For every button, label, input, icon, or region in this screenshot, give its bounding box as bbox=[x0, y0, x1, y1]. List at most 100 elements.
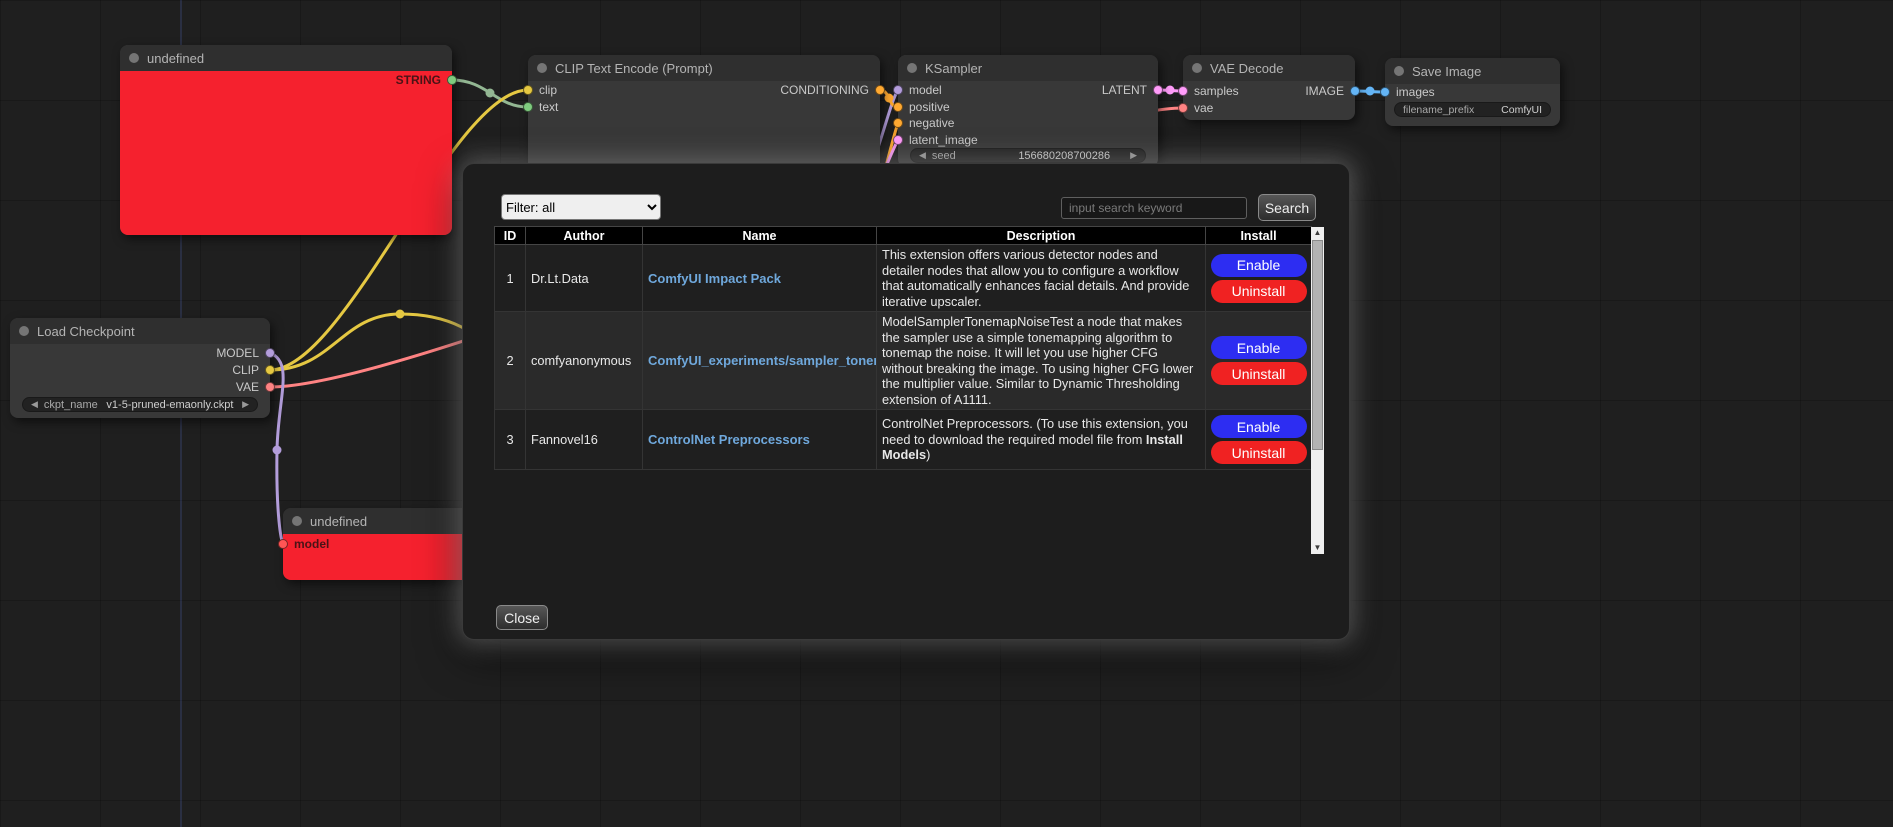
column-header-author: Author bbox=[526, 227, 643, 245]
uninstall-button[interactable]: Uninstall bbox=[1211, 441, 1307, 464]
wire-dot-clip2 bbox=[396, 310, 405, 319]
port-dot-icon[interactable] bbox=[1350, 86, 1360, 96]
port-dot-icon[interactable] bbox=[893, 102, 903, 112]
next-arrow-icon[interactable]: ▶ bbox=[242, 400, 249, 409]
node-titlebar[interactable]: CLIP Text Encode (Prompt) bbox=[528, 55, 880, 81]
node-title: KSampler bbox=[925, 61, 982, 76]
port-dot-icon[interactable] bbox=[265, 348, 275, 358]
filename-prefix-widget[interactable]: filename_prefix ComfyUI bbox=[1394, 102, 1551, 117]
extension-author: comfyanonymous bbox=[526, 312, 643, 410]
port-dot-icon[interactable] bbox=[523, 85, 533, 95]
extension-author: Fannovel16 bbox=[526, 410, 643, 470]
uninstall-button[interactable]: Uninstall bbox=[1211, 362, 1307, 385]
filter-select[interactable]: Filter: all bbox=[501, 194, 661, 220]
node-graph-canvas[interactable]: undefined STRING CLIP Text Encode (Promp… bbox=[0, 0, 1893, 827]
output-port-image[interactable]: IMAGE bbox=[1305, 84, 1360, 98]
output-port-clip[interactable]: CLIP bbox=[232, 363, 275, 377]
node-titlebar[interactable]: Save Image bbox=[1385, 58, 1560, 84]
port-dot-icon[interactable] bbox=[265, 365, 275, 375]
uninstall-button[interactable]: Uninstall bbox=[1211, 280, 1307, 303]
input-port-vae[interactable]: vae bbox=[1178, 101, 1213, 115]
input-port-positive[interactable]: positive bbox=[893, 100, 950, 114]
decrement-arrow-icon[interactable]: ◀ bbox=[919, 151, 926, 160]
input-port-samples[interactable]: samples bbox=[1178, 84, 1239, 98]
port-label: LATENT bbox=[1102, 83, 1147, 97]
input-port-negative[interactable]: negative bbox=[893, 116, 954, 130]
table-row: 2 comfyanonymous ComfyUI_experiments/sam… bbox=[495, 312, 1312, 410]
enable-button[interactable]: Enable bbox=[1211, 336, 1307, 359]
port-dot-icon[interactable] bbox=[875, 85, 885, 95]
node-vae-decode[interactable]: VAE Decode samples vae IMAGE bbox=[1183, 55, 1355, 120]
column-header-description: Description bbox=[877, 227, 1206, 245]
port-dot-icon[interactable] bbox=[893, 135, 903, 145]
port-dot-icon[interactable] bbox=[1380, 87, 1390, 97]
search-button[interactable]: Search bbox=[1258, 194, 1316, 221]
output-port-conditioning[interactable]: CONDITIONING bbox=[780, 83, 885, 97]
table-scrollbar[interactable]: ▲ ▼ bbox=[1311, 227, 1324, 554]
collapse-dot-icon[interactable] bbox=[907, 63, 917, 73]
ckpt-name-widget[interactable]: ◀ ckpt_name v1-5-pruned-emaonly.ckpt ▶ bbox=[22, 397, 258, 412]
input-port-model[interactable]: model bbox=[278, 537, 329, 551]
node-titlebar[interactable]: VAE Decode bbox=[1183, 55, 1355, 81]
input-port-text[interactable]: text bbox=[523, 100, 558, 114]
node-save-image[interactable]: Save Image images filename_prefix ComfyU… bbox=[1385, 58, 1560, 126]
port-dot-icon[interactable] bbox=[893, 118, 903, 128]
output-port-model[interactable]: MODEL bbox=[216, 346, 275, 360]
scrollbar-thumb[interactable] bbox=[1312, 240, 1323, 450]
node-title: undefined bbox=[147, 51, 204, 66]
port-dot-icon[interactable] bbox=[1153, 85, 1163, 95]
collapse-dot-icon[interactable] bbox=[1394, 66, 1404, 76]
collapse-dot-icon[interactable] bbox=[129, 53, 139, 63]
widget-label: ckpt_name bbox=[44, 399, 98, 411]
port-dot-icon[interactable] bbox=[265, 382, 275, 392]
previous-arrow-icon[interactable]: ◀ bbox=[31, 400, 38, 409]
node-load-checkpoint[interactable]: Load Checkpoint MODEL CLIP VAE ◀ ckpt_na… bbox=[10, 318, 270, 418]
port-dot-icon[interactable] bbox=[893, 85, 903, 95]
port-label: vae bbox=[1194, 101, 1213, 115]
port-label: CONDITIONING bbox=[780, 83, 869, 97]
collapse-dot-icon[interactable] bbox=[1192, 63, 1202, 73]
port-dot-icon[interactable] bbox=[278, 539, 288, 549]
node-title: Save Image bbox=[1412, 64, 1481, 79]
collapse-dot-icon[interactable] bbox=[537, 63, 547, 73]
input-port-clip[interactable]: clip bbox=[523, 83, 557, 97]
input-port-latent-image[interactable]: latent_image bbox=[893, 133, 978, 147]
seed-widget[interactable]: ◀ seed 156680208700286 ▶ bbox=[910, 148, 1146, 163]
node-title: VAE Decode bbox=[1210, 61, 1283, 76]
extension-description: ControlNet Preprocessors. (To use this e… bbox=[877, 410, 1206, 470]
extension-author: Dr.Lt.Data bbox=[526, 245, 643, 312]
collapse-dot-icon[interactable] bbox=[292, 516, 302, 526]
node-titlebar[interactable]: Load Checkpoint bbox=[10, 318, 270, 344]
extension-name-link[interactable]: ComfyUI Impact Pack bbox=[648, 271, 781, 286]
port-dot-icon[interactable] bbox=[1178, 103, 1188, 113]
scroll-down-arrow-icon[interactable]: ▼ bbox=[1311, 542, 1324, 554]
extension-name-link[interactable]: ComfyUI_experiments/sampler_tonemap bbox=[648, 353, 877, 368]
port-label: latent_image bbox=[909, 133, 978, 147]
output-port-string[interactable]: STRING bbox=[396, 73, 457, 87]
widget-value: v1-5-pruned-emaonly.ckpt bbox=[104, 399, 236, 411]
node-title: CLIP Text Encode (Prompt) bbox=[555, 61, 713, 76]
search-input[interactable] bbox=[1061, 197, 1247, 219]
node-titlebar[interactable]: KSampler bbox=[898, 55, 1158, 81]
extension-description: ModelSamplerTonemapNoiseTest a node that… bbox=[877, 312, 1206, 410]
input-port-images[interactable]: images bbox=[1380, 85, 1435, 99]
column-header-id: ID bbox=[495, 227, 526, 245]
enable-button[interactable]: Enable bbox=[1211, 415, 1307, 438]
close-button[interactable]: Close bbox=[496, 605, 548, 630]
node-clip-text-encode[interactable]: CLIP Text Encode (Prompt) clip text COND… bbox=[528, 55, 880, 175]
scroll-up-arrow-icon[interactable]: ▲ bbox=[1311, 227, 1324, 239]
node-undefined-string[interactable]: undefined STRING bbox=[120, 45, 452, 235]
collapse-dot-icon[interactable] bbox=[19, 326, 29, 336]
node-ksampler[interactable]: KSampler model positive negative latent_… bbox=[898, 55, 1158, 167]
enable-button[interactable]: Enable bbox=[1211, 254, 1307, 277]
extension-name-link[interactable]: ControlNet Preprocessors bbox=[648, 432, 810, 447]
column-header-name: Name bbox=[643, 227, 877, 245]
port-dot-icon[interactable] bbox=[523, 102, 533, 112]
node-titlebar[interactable]: undefined bbox=[120, 45, 452, 71]
increment-arrow-icon[interactable]: ▶ bbox=[1130, 151, 1137, 160]
input-port-model[interactable]: model bbox=[893, 83, 942, 97]
port-dot-icon[interactable] bbox=[447, 75, 457, 85]
output-port-latent[interactable]: LATENT bbox=[1102, 83, 1163, 97]
output-port-vae[interactable]: VAE bbox=[236, 380, 275, 394]
port-dot-icon[interactable] bbox=[1178, 86, 1188, 96]
